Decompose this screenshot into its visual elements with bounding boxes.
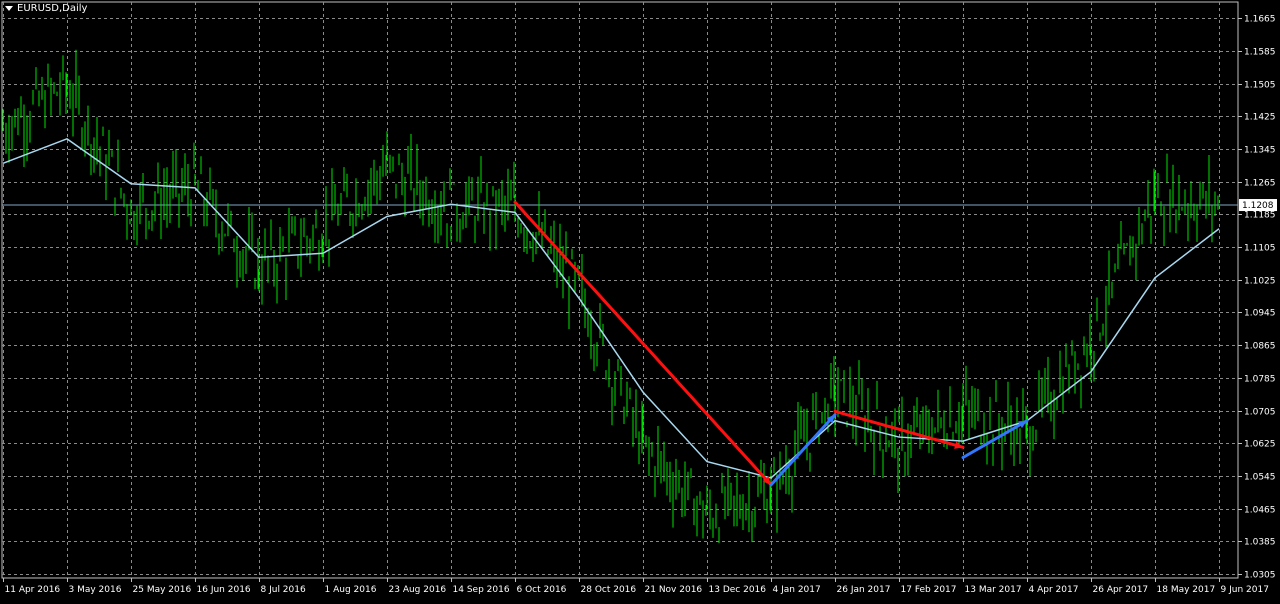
y-tick-label: 1.0305 xyxy=(1244,571,1276,581)
chart-area[interactable]: 1.1665 1.1585 1.1505 1.1425 1.1345 1.1265 1.11… xyxy=(0,0,1280,600)
y-tick-label: 1.1185 xyxy=(1244,211,1276,221)
y-tick-label: 1.0865 xyxy=(1244,342,1276,352)
x-tick-label: 4 Jan 2017 xyxy=(773,585,821,595)
x-tick-label: 9 Jun 2017 xyxy=(1221,585,1269,595)
x-tick-label: 11 Apr 2016 xyxy=(5,585,61,595)
chart-title-label: EURUSD,Daily xyxy=(17,3,88,14)
y-tick-label: 1.1105 xyxy=(1244,244,1276,254)
y-tick-label: 1.0945 xyxy=(1244,309,1276,319)
x-tick-label: 6 Oct 2016 xyxy=(517,585,567,595)
x-tick-label: 13 Dec 2016 xyxy=(709,585,767,595)
y-tick-label: 1.1425 xyxy=(1244,113,1276,123)
price-bars xyxy=(2,49,1219,543)
y-tick-label: 1.0785 xyxy=(1244,375,1276,385)
x-tick-label: 3 May 2016 xyxy=(69,585,122,595)
x-tick-label: 18 May 2017 xyxy=(1157,585,1216,595)
plot-frame xyxy=(1,1,1239,579)
y-tick-label: 1.0465 xyxy=(1244,506,1276,516)
x-tick-label: 28 Oct 2016 xyxy=(581,585,637,595)
y-tick-label: 1.0705 xyxy=(1244,408,1276,418)
x-tick-label: 1 Aug 2016 xyxy=(325,585,377,595)
x-tick-label: 14 Sep 2016 xyxy=(453,585,510,595)
x-tick-label: 13 Mar 2017 xyxy=(965,585,1022,595)
y-tick-label: 1.0385 xyxy=(1244,538,1276,548)
y-tick-label: 1.1665 xyxy=(1244,15,1276,25)
y-tick-label: 1.1265 xyxy=(1244,179,1276,189)
trend-line-blue xyxy=(769,413,837,487)
x-tick-label: 26 Apr 2017 xyxy=(1093,585,1149,595)
y-tick-label: 1.1345 xyxy=(1244,146,1276,156)
dropdown-triangle-icon[interactable] xyxy=(5,6,13,11)
x-tick-label: 8 Jul 2016 xyxy=(261,585,306,595)
current-price-label: 1.1208 xyxy=(1242,201,1274,211)
x-tick-label: 26 Jan 2017 xyxy=(837,585,891,595)
chart-title[interactable]: EURUSD,Daily xyxy=(5,3,87,14)
y-tick-label: 1.0625 xyxy=(1244,440,1276,450)
x-tick-label: 23 Aug 2016 xyxy=(389,585,447,595)
chart-svg: 1.1665 1.1585 1.1505 1.1425 1.1345 1.1265 1.11… xyxy=(1,1,1277,595)
y-tick-label: 1.0545 xyxy=(1244,473,1276,483)
x-tick-label: 21 Nov 2016 xyxy=(645,585,703,595)
x-tick-label: 4 Apr 2017 xyxy=(1029,585,1079,595)
y-tick-label: 1.1505 xyxy=(1244,81,1276,91)
x-tick-label: 25 May 2016 xyxy=(133,585,192,595)
x-tick-label: 16 Jun 2016 xyxy=(197,585,251,595)
x-tick-label: 17 Feb 2017 xyxy=(901,585,957,595)
y-tick-label: 1.1025 xyxy=(1244,277,1276,287)
y-tick-label: 1.1585 xyxy=(1244,48,1276,58)
